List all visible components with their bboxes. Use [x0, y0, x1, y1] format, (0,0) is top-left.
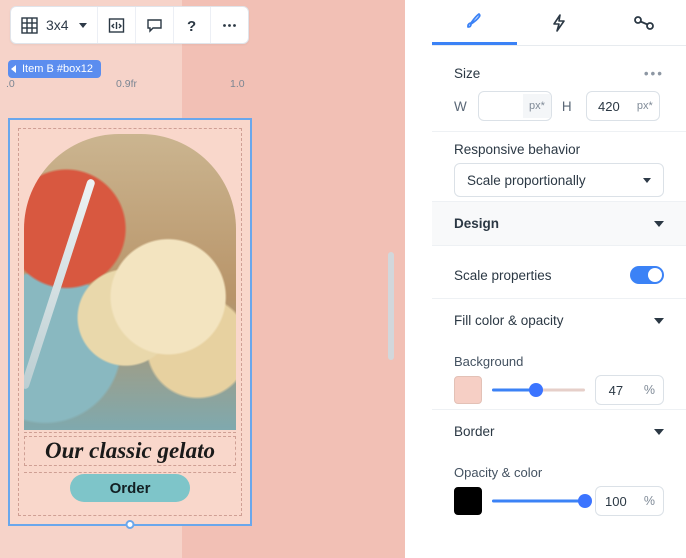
background-opacity-input[interactable]: % [595, 375, 664, 405]
tab-design[interactable] [432, 0, 517, 45]
grid-icon [21, 17, 38, 34]
grid-size-selector[interactable]: 3x4 [11, 7, 97, 43]
responsive-select[interactable]: Scale proportionally [454, 163, 664, 197]
fill-section-header[interactable]: Fill color & opacity [432, 299, 686, 342]
responsive-label: Responsive behavior [454, 142, 664, 157]
height-label: H [562, 99, 576, 114]
background-label: Background [454, 354, 664, 369]
card-caption[interactable]: Our classic gelato [24, 436, 236, 466]
percent-unit: % [636, 494, 663, 508]
border-opacity-input[interactable]: % [595, 486, 664, 516]
ruler: .0 0.9fr 1.0 [0, 78, 250, 96]
border-section-title: Border [454, 424, 495, 439]
brush-icon [464, 11, 484, 31]
border-section-header[interactable]: Border [432, 410, 686, 453]
percent-unit: % [636, 383, 663, 397]
more-icon [221, 17, 238, 34]
more-button[interactable] [210, 7, 248, 43]
background-opacity-field[interactable] [596, 383, 636, 398]
border-color-swatch[interactable] [454, 487, 482, 515]
link-settings-icon [633, 14, 655, 32]
tab-settings[interactable] [601, 0, 686, 45]
chat-icon [146, 17, 163, 34]
width-unit: px* [523, 94, 551, 118]
width-label: W [454, 99, 468, 114]
comment-button[interactable] [135, 7, 173, 43]
ruler-tick-left: .0 [6, 78, 15, 90]
help-icon: ? [184, 17, 200, 34]
tab-actions[interactable] [517, 0, 602, 45]
selected-element[interactable]: Our classic gelato Order [8, 118, 252, 526]
opacity-color-label: Opacity & color [454, 465, 664, 480]
panel-tabs [432, 0, 686, 46]
properties-panel: Size ••• W px* H px* Responsive behavior… [432, 0, 686, 558]
svg-text:?: ? [187, 18, 196, 34]
order-button[interactable]: Order [70, 474, 190, 502]
canvas-area: 3x4 ? Item B #box12 .0 0.9fr 1.0 Our cla… [0, 0, 405, 558]
ruler-tick-right: 1.0 [230, 78, 245, 90]
size-more-button[interactable]: ••• [644, 66, 664, 81]
layout-icon [108, 17, 125, 34]
size-label: Size [454, 66, 480, 81]
responsive-value: Scale proportionally [467, 173, 586, 188]
ruler-tick-center: 0.9fr [116, 78, 137, 90]
height-input[interactable]: px* [586, 91, 660, 121]
border-opacity-field[interactable] [596, 494, 636, 509]
width-field[interactable] [479, 99, 523, 114]
fill-section-title: Fill color & opacity [454, 313, 564, 328]
height-unit: px* [631, 100, 659, 112]
selection-tag[interactable]: Item B #box12 [8, 60, 101, 78]
chevron-down-icon [654, 221, 664, 227]
chevron-down-icon [654, 318, 664, 324]
selection-tag-label: Item B #box12 [22, 63, 93, 75]
top-toolbar: 3x4 ? [10, 6, 249, 44]
card-image[interactable] [24, 134, 236, 430]
design-section-title: Design [454, 216, 499, 231]
bolt-icon [550, 13, 568, 33]
help-button[interactable]: ? [173, 7, 210, 43]
chevron-down-icon [643, 178, 651, 183]
chevron-down-icon [79, 23, 87, 28]
canvas-scrollbar[interactable] [388, 252, 394, 360]
layout-mode-button[interactable] [97, 7, 135, 43]
border-opacity-slider[interactable] [492, 491, 585, 511]
design-section-header[interactable]: Design [432, 201, 686, 246]
scale-props-toggle[interactable] [630, 266, 664, 284]
chevron-down-icon [654, 429, 664, 435]
scale-props-label: Scale properties [454, 268, 552, 283]
height-field[interactable] [587, 99, 631, 114]
grid-size-label: 3x4 [46, 17, 69, 33]
resize-handle-bottom[interactable] [126, 520, 135, 529]
background-opacity-slider[interactable] [492, 380, 585, 400]
background-swatch[interactable] [454, 376, 482, 404]
width-input[interactable]: px* [478, 91, 552, 121]
